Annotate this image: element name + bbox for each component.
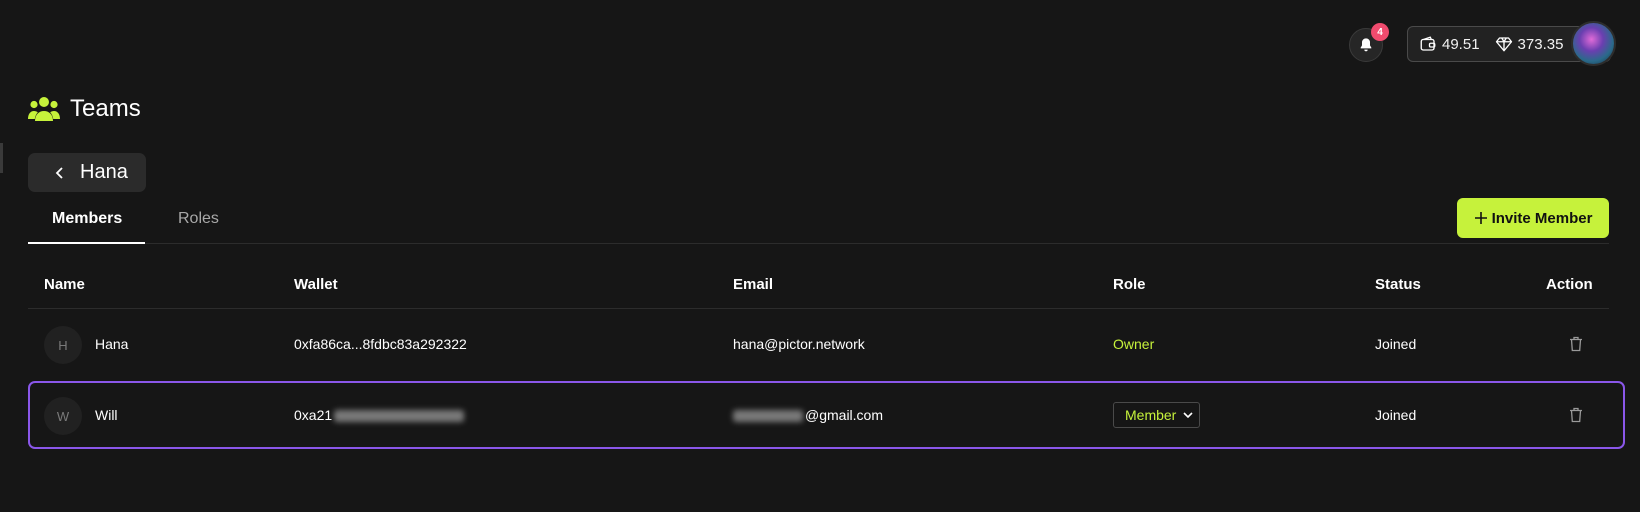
- column-action: Action: [1546, 276, 1593, 293]
- role-select[interactable]: Member: [1113, 402, 1201, 428]
- tab-roles[interactable]: Roles: [178, 210, 219, 228]
- team-name: Hana: [80, 161, 128, 183]
- member-role: Owner: [1113, 336, 1155, 352]
- role-select-value: Member: [1125, 407, 1177, 423]
- plus-icon: [1474, 212, 1487, 224]
- member-avatar: H: [44, 326, 82, 364]
- member-name: Hana: [95, 336, 129, 352]
- column-email: Email: [733, 276, 774, 293]
- gem-balance: 373.35: [1495, 35, 1564, 53]
- member-avatar: W: [44, 397, 82, 435]
- column-wallet: Wallet: [294, 276, 338, 293]
- invite-member-label: Invite Member: [1491, 209, 1593, 227]
- member-wallet: 0xa21: [294, 407, 465, 423]
- invite-member-button[interactable]: Invite Member: [1457, 198, 1609, 238]
- member-email: @gmail.com: [733, 407, 883, 423]
- tab-members[interactable]: Members: [52, 210, 122, 228]
- wallet-balance: 49.51: [1419, 35, 1480, 53]
- column-name: Name: [44, 276, 85, 293]
- column-role: Role: [1113, 276, 1146, 293]
- user-avatar[interactable]: [1571, 21, 1616, 66]
- gem-balance-value: 373.35: [1517, 35, 1564, 53]
- page-title: Teams: [28, 95, 141, 123]
- wallet-icon: [1420, 36, 1436, 51]
- member-status: Joined: [1375, 336, 1417, 352]
- table-header: Name Wallet Email Role Status Action: [28, 262, 1609, 309]
- chevron-left-icon: [55, 166, 63, 179]
- sidebar-edge[interactable]: [0, 143, 3, 173]
- member-email: hana@pictor.network: [733, 336, 865, 352]
- email-redacted: [733, 410, 803, 423]
- back-button[interactable]: Hana: [28, 153, 146, 192]
- table-row[interactable]: H Hana 0xfa86ca...8fdbc83a292322 hana@pi…: [28, 310, 1625, 378]
- team-icon: [28, 97, 60, 121]
- wallet-balance-value: 49.51: [1442, 35, 1480, 53]
- trash-icon[interactable]: [1569, 407, 1583, 423]
- diamond-icon: [1495, 37, 1512, 52]
- trash-icon[interactable]: [1569, 336, 1583, 352]
- bell-icon: [1360, 38, 1372, 52]
- active-tab-indicator: [28, 242, 145, 244]
- member-wallet-visible: 0xa21: [294, 407, 333, 423]
- page-title-text: Teams: [70, 95, 141, 122]
- table-row-selected[interactable]: W Will 0xa21 @gmail.com Member Joined: [28, 381, 1625, 449]
- member-name: Will: [95, 407, 118, 423]
- wallet-redacted: [334, 410, 465, 423]
- notification-badge: 4: [1371, 23, 1389, 41]
- chevron-down-icon: [1183, 411, 1193, 418]
- member-wallet: 0xfa86ca...8fdbc83a292322: [294, 336, 467, 352]
- column-status: Status: [1375, 276, 1421, 293]
- tab-bar: Members Roles: [28, 198, 1609, 244]
- member-status: Joined: [1375, 407, 1417, 423]
- notification-button[interactable]: 4: [1349, 23, 1389, 62]
- member-email-visible: @gmail.com: [805, 407, 884, 423]
